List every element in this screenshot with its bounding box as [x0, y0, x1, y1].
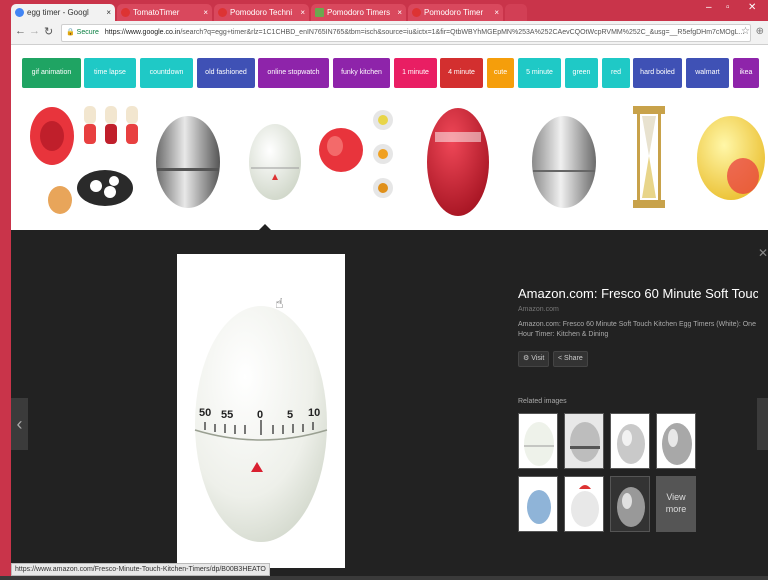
chip-cute[interactable]: cute: [487, 58, 514, 88]
related-image[interactable]: [656, 413, 696, 469]
hand-cursor-icon: ☝: [275, 296, 284, 312]
related-search-chips: gif animation time lapse countdown old f…: [11, 58, 768, 88]
dial-number: 10: [308, 407, 320, 419]
dial-number: 0: [257, 409, 263, 421]
site-favicon-icon: [315, 8, 324, 17]
tomato-favicon-icon: [218, 8, 227, 17]
chip-funky-kitchen[interactable]: funky kitchen: [333, 58, 390, 88]
tab-label: TomatoTimer: [133, 8, 180, 17]
image-preview-panel: [11, 230, 768, 580]
tab-label: Pomodoro Timers: [327, 8, 391, 17]
back-arrow-icon[interactable]: ←: [15, 25, 26, 37]
maximize-icon[interactable]: ▫: [726, 2, 730, 13]
white-egg-timer-image: 50 55 0 5 10 ☝: [177, 254, 345, 568]
image-results-row: [11, 96, 768, 230]
chip-ikea[interactable]: ikea: [733, 58, 759, 88]
tab-pomodoro-timers[interactable]: Pomodoro Timers ×: [311, 4, 406, 21]
chip-countdown[interactable]: countdown: [140, 58, 193, 88]
chip-hard-boiled[interactable]: hard boiled: [633, 58, 682, 88]
dial-number: 5: [287, 409, 293, 421]
thumb-yellow-egg-timer[interactable]: [691, 96, 767, 220]
share-icon: <: [558, 355, 563, 362]
chip-4-minute[interactable]: 4 minute: [440, 58, 483, 88]
link-status-bar: https://www.amazon.com/Fresco-Minute-Tou…: [11, 563, 270, 576]
secure-label: Secure: [76, 29, 99, 36]
tab-label: Pomodoro Techni: [230, 8, 293, 17]
tab-egg-timer[interactable]: egg timer - Googl ×: [11, 4, 115, 21]
thumb-metal-egg-timer[interactable]: [153, 96, 223, 220]
view-more-button[interactable]: View more: [656, 476, 696, 532]
preview-description: Amazon.com: Fresco 60 Minute Soft Touch …: [518, 321, 756, 338]
close-tab-icon[interactable]: ×: [300, 4, 305, 21]
chip-old-fashioned[interactable]: old fashioned: [197, 58, 255, 88]
thumb-sand-hourglass[interactable]: [629, 96, 669, 220]
tab-label: egg timer - Googl: [27, 8, 89, 17]
lock-icon: 🔒: [66, 29, 75, 36]
preview-title[interactable]: Amazon.com: Fresco 60 Minute Soft Touc..…: [518, 286, 758, 301]
url-path: /search?q=egg+timer&rlz=1C1CHBD_enIN765I…: [180, 29, 745, 36]
related-image[interactable]: [610, 476, 650, 532]
tomato-favicon-icon: [121, 8, 130, 17]
close-tab-icon[interactable]: ×: [203, 4, 208, 21]
reload-icon[interactable]: ↻: [44, 25, 53, 38]
preview-source[interactable]: Amazon.com: [518, 306, 559, 313]
chip-green[interactable]: green: [565, 58, 598, 88]
url-domain: https://www.google.co.in: [104, 29, 181, 36]
globe-icon: ⚙: [523, 355, 530, 362]
chip-5-minute[interactable]: 5 minute: [518, 58, 561, 88]
extension-icon[interactable]: ⊕: [756, 26, 764, 37]
thumb-red-eggtimer[interactable]: [425, 96, 491, 220]
chip-time-lapse[interactable]: time lapse: [84, 58, 136, 88]
thumb-chrome-egg-timer[interactable]: [529, 96, 599, 220]
bookmark-star-icon[interactable]: ☆: [741, 26, 750, 37]
chip-walmart[interactable]: walmart: [686, 58, 729, 88]
related-image[interactable]: [518, 413, 558, 469]
close-tab-icon[interactable]: ×: [494, 4, 499, 21]
window-edge: [0, 0, 11, 580]
chip-red[interactable]: red: [602, 58, 630, 88]
preview-image[interactable]: 50 55 0 5 10 ☝: [177, 254, 345, 568]
close-tab-icon[interactable]: ×: [397, 4, 402, 21]
chip-gif-animation[interactable]: gif animation: [22, 58, 81, 88]
address-bar[interactable]: 🔒 Secure https://www.google.co.in/search…: [61, 24, 751, 42]
close-preview-icon[interactable]: ✕: [758, 246, 768, 260]
chip-1-minute[interactable]: 1 minute: [394, 58, 437, 88]
related-image[interactable]: [518, 476, 558, 532]
forward-arrow-icon[interactable]: →: [29, 25, 40, 37]
visit-label: Visit: [531, 355, 545, 362]
taskbar: [0, 576, 768, 580]
dial-number: 50: [199, 407, 211, 419]
chip-online-stopwatch[interactable]: online stopwatch: [258, 58, 329, 88]
related-image[interactable]: [564, 476, 604, 532]
browser-toolbar: ← → ↻ 🔒 Secure https://www.google.co.in/…: [11, 21, 768, 45]
related-image[interactable]: [564, 413, 604, 469]
new-tab-button[interactable]: [505, 4, 527, 21]
share-label: Share: [564, 355, 583, 362]
prev-image-button[interactable]: ‹: [11, 398, 28, 450]
selection-pointer: [258, 224, 272, 231]
related-image[interactable]: [610, 413, 650, 469]
share-button[interactable]: < Share: [553, 351, 588, 367]
thumb-white-egg-timer-selected[interactable]: [243, 96, 307, 220]
tab-pomodoro-technique[interactable]: Pomodoro Techni ×: [214, 4, 309, 21]
tomato-favicon-icon: [412, 8, 421, 17]
minimize-icon[interactable]: –: [706, 2, 712, 13]
close-tab-icon[interactable]: ×: [106, 4, 111, 21]
close-window-icon[interactable]: ✕: [748, 2, 756, 13]
google-favicon-icon: [15, 8, 24, 17]
tab-strip: egg timer - Googl × TomatoTimer × Pomodo…: [0, 0, 768, 580]
tab-tomatotimer[interactable]: TomatoTimer ×: [117, 4, 212, 21]
tab-pomodoro-timer[interactable]: Pomodoro Timer ×: [408, 4, 503, 21]
dial-number: 55: [221, 409, 233, 421]
browser-window: egg timer - Googl × TomatoTimer × Pomodo…: [0, 0, 768, 580]
thumb-red-egg-timer[interactable]: [311, 96, 401, 220]
next-image-button[interactable]: [757, 398, 768, 450]
tab-label: Pomodoro Timer: [424, 8, 484, 17]
related-images-heading: Related images: [518, 398, 567, 405]
thumb-egg-collage[interactable]: [22, 96, 140, 220]
visit-button[interactable]: ⚙ Visit: [518, 351, 550, 367]
